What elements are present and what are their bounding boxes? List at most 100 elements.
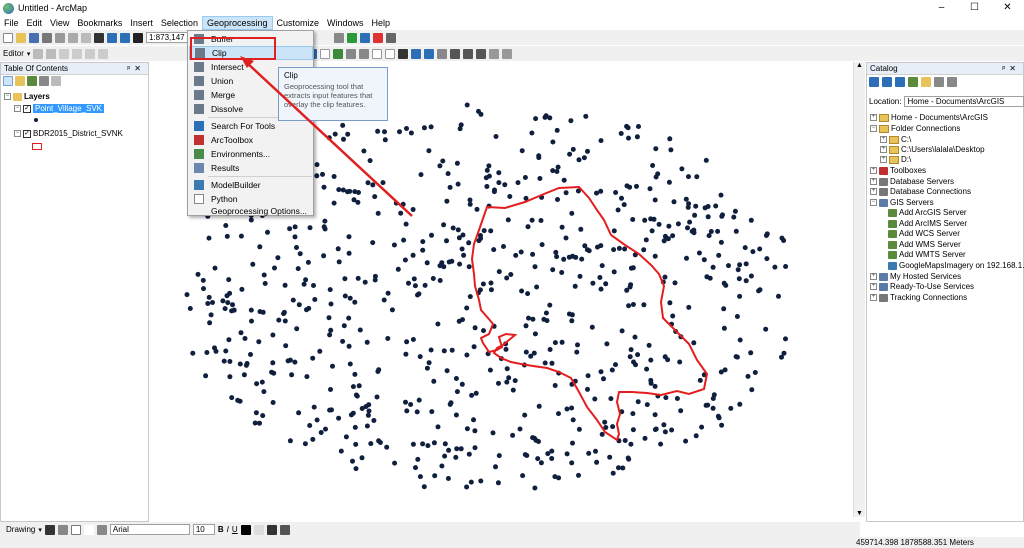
- catalog-item-add-wms-server[interactable]: Add WMS Server: [888, 240, 961, 249]
- edit-vertices-icon[interactable]: [96, 524, 107, 535]
- expand-icon[interactable]: +: [870, 114, 877, 121]
- connect-folder-icon[interactable]: [921, 77, 931, 87]
- menu-insert[interactable]: Insert: [126, 16, 157, 30]
- font-color-icon[interactable]: [240, 524, 251, 535]
- catalog-item-hosted-services[interactable]: + My Hosted Services: [870, 272, 961, 281]
- pan-icon[interactable]: [320, 48, 331, 59]
- expand-icon[interactable]: +: [870, 178, 877, 185]
- minimize-button[interactable]: –: [925, 0, 958, 16]
- drawing-menu[interactable]: Drawing: [6, 525, 35, 534]
- chevron-down-icon[interactable]: ▾: [27, 50, 31, 58]
- catalog-item-gis-servers[interactable]: − GIS Servers: [870, 198, 934, 207]
- list-by-drawing-order-icon[interactable]: [3, 76, 13, 86]
- layer-visibility-checkbox[interactable]: ✓: [23, 104, 31, 113]
- catalog-item-database-connections[interactable]: + Database Connections: [870, 187, 971, 196]
- select-elements-icon[interactable]: [44, 524, 55, 535]
- catalog-item-google-maps-imagery[interactable]: GoogleMapsImagery on 192.168.1.1: [888, 261, 1024, 270]
- toc-panel-controls[interactable]: ᵖ✕: [127, 63, 145, 75]
- menu-bookmarks[interactable]: Bookmarks: [73, 16, 126, 30]
- chevron-down-icon[interactable]: ▾: [38, 526, 42, 534]
- add-data-icon[interactable]: [133, 32, 143, 43]
- menu-file[interactable]: File: [0, 16, 23, 30]
- catalog-item-desktop[interactable]: + C:\Users\lalala\Desktop: [880, 145, 985, 154]
- catalog-item-tracking-connections[interactable]: + Tracking Connections: [870, 293, 967, 302]
- catalog-item-folder-connections[interactable]: − Folder Connections: [870, 124, 960, 133]
- scroll-up-icon[interactable]: ▲: [856, 62, 863, 69]
- expand-icon[interactable]: +: [870, 294, 877, 301]
- layer-name-label[interactable]: Point_Village_SVK: [33, 104, 105, 113]
- toc-layers-group[interactable]: − Layers: [4, 92, 50, 101]
- menu-customize[interactable]: Customize: [273, 16, 324, 30]
- split-tool-icon[interactable]: [59, 48, 70, 59]
- up-one-level-icon[interactable]: [895, 77, 905, 87]
- list-by-selection-icon[interactable]: [39, 76, 49, 86]
- rotate-icon[interactable]: [57, 524, 68, 535]
- rotate-tool-icon[interactable]: [72, 48, 83, 59]
- html-popup-icon[interactable]: [437, 48, 448, 59]
- open-folder-icon[interactable]: [16, 32, 26, 43]
- sketch-tool-icon[interactable]: [46, 48, 57, 59]
- marker-color-icon[interactable]: [279, 524, 290, 535]
- catalog-item-c-drive[interactable]: + C:\: [880, 135, 911, 144]
- font-size-select[interactable]: 10: [192, 524, 215, 535]
- expand-icon[interactable]: +: [880, 156, 887, 163]
- menu-item-arctoolbox[interactable]: ArcToolbox: [189, 133, 313, 147]
- save-icon[interactable]: [29, 32, 39, 43]
- hyperlink-icon[interactable]: [424, 48, 435, 59]
- catalog-item-add-arcims-server[interactable]: Add ArcIMS Server: [888, 219, 967, 228]
- map-scale-input[interactable]: 1:873,147: [146, 32, 188, 43]
- catalog-item-database-servers[interactable]: + Database Servers: [870, 177, 954, 186]
- layer-visibility-checkbox[interactable]: ✓: [23, 129, 31, 138]
- expand-icon[interactable]: +: [880, 136, 887, 143]
- forward-arrow-icon[interactable]: [882, 77, 892, 87]
- text-tool-icon[interactable]: [83, 524, 94, 535]
- back-arrow-icon[interactable]: [869, 77, 879, 87]
- editor-toolbar-icon[interactable]: [333, 32, 344, 43]
- underline-button[interactable]: U: [232, 525, 238, 534]
- arctoolbox-icon[interactable]: [346, 32, 357, 43]
- menu-item-modelbuilder[interactable]: ModelBuilder: [189, 178, 313, 192]
- views-icon[interactable]: [934, 77, 944, 87]
- home-icon[interactable]: [908, 77, 918, 87]
- edit-tool-icon[interactable]: [33, 48, 44, 59]
- print-icon[interactable]: [42, 32, 52, 43]
- catalog-item-add-arcgis-server[interactable]: Add ArcGIS Server: [888, 208, 967, 217]
- menu-windows[interactable]: Windows: [323, 16, 368, 30]
- toggle-contents-icon[interactable]: [947, 77, 957, 87]
- toc-options-icon[interactable]: [51, 76, 61, 86]
- select-elements-icon[interactable]: [398, 48, 409, 59]
- python-window-icon[interactable]: [385, 32, 396, 43]
- close-button[interactable]: ✕: [991, 0, 1024, 16]
- line-color-icon[interactable]: [266, 524, 277, 535]
- menu-view[interactable]: View: [46, 16, 73, 30]
- delete-icon[interactable]: [94, 32, 104, 43]
- collapse-icon[interactable]: −: [14, 130, 21, 137]
- menu-item-geoprocessing-options[interactable]: Geoprocessing Options...: [189, 204, 313, 218]
- menu-selection[interactable]: Selection: [157, 16, 202, 30]
- menu-item-environments[interactable]: Environments...: [189, 147, 313, 161]
- maximize-button[interactable]: ☐: [958, 0, 991, 16]
- go-to-xy-icon[interactable]: [489, 48, 500, 59]
- fill-color-icon[interactable]: [253, 524, 264, 535]
- editor-menu[interactable]: Editor: [3, 49, 24, 58]
- expand-icon[interactable]: +: [870, 167, 877, 174]
- catalog-item-ready-to-use-services[interactable]: + Ready-To-Use Services: [870, 282, 974, 291]
- new-document-icon[interactable]: [3, 32, 13, 43]
- cut-icon[interactable]: [55, 32, 65, 43]
- catalog-item-d-drive[interactable]: + D:\: [880, 155, 911, 164]
- sketch-properties-icon[interactable]: [98, 48, 109, 59]
- font-name-select[interactable]: Arial: [109, 524, 190, 535]
- menu-edit[interactable]: Edit: [23, 16, 47, 30]
- map-vertical-scrollbar[interactable]: ▲ ▼: [853, 62, 865, 517]
- menu-help[interactable]: Help: [368, 16, 395, 30]
- rectangle-icon[interactable]: [70, 524, 81, 535]
- italic-button[interactable]: I: [227, 525, 229, 534]
- toc-layer-point-village[interactable]: − ✓ Point_Village_SVK: [14, 104, 105, 113]
- list-by-visibility-icon[interactable]: [27, 76, 37, 86]
- full-extent-icon[interactable]: [333, 48, 344, 59]
- find-icon[interactable]: [463, 48, 474, 59]
- back-extent-icon[interactable]: [346, 48, 357, 59]
- menu-item-search-for-tools[interactable]: Search For Tools: [189, 119, 313, 133]
- undo-icon[interactable]: [107, 32, 117, 43]
- find-route-icon[interactable]: [476, 48, 487, 59]
